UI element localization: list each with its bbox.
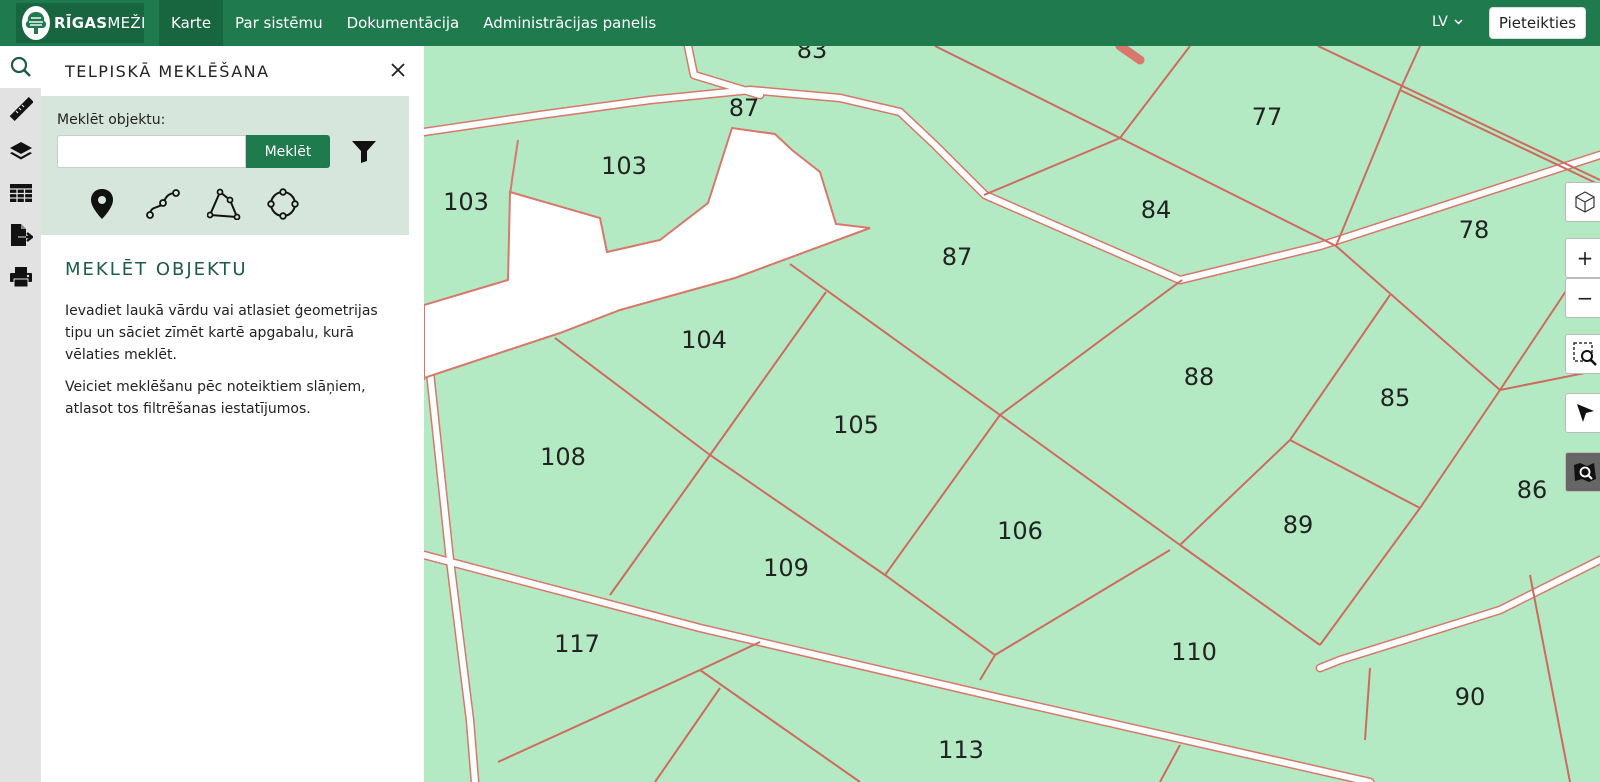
language-label: LV [1432, 14, 1448, 30]
tool-layers[interactable] [0, 130, 41, 172]
layers-icon [9, 142, 32, 160]
description-paragraph-1: Ievadiet laukā vārdu vai atlasiet ģeomet… [65, 303, 378, 363]
parcel-label: 83 [796, 46, 828, 64]
panel-title: TELPISKĀ MEKLĒŠANA [65, 61, 270, 81]
description-paragraph-2: Veiciet meklēšanu pēc noteiktiem slāņiem… [65, 379, 366, 417]
parcel-label: 106 [997, 517, 1043, 545]
parcel-label: 90 [1454, 683, 1486, 711]
cube-icon [1575, 191, 1595, 213]
filter-button[interactable] [351, 140, 377, 168]
search-button[interactable]: Meklēt [246, 135, 330, 168]
logo-text-light: MEŽI [107, 14, 146, 32]
zoom-out-label: − [1576, 286, 1594, 310]
zoom-area-icon [1573, 342, 1597, 366]
nav-item-dokumentacija[interactable]: Dokumentācija [335, 0, 472, 46]
parcel-label: 87 [941, 243, 973, 271]
tool-print[interactable] [0, 256, 41, 298]
nav-item-par-sistemu[interactable]: Par sistēmu [223, 0, 335, 46]
top-navbar: RĪGASMEŽI Karte Par sistēmu Dokumentācij… [0, 0, 1600, 46]
draw-polygon-button[interactable] [206, 188, 241, 224]
point-icon [91, 189, 113, 219]
main-nav: Karte Par sistēmu Dokumentācija Administ… [159, 0, 668, 46]
line-icon [146, 189, 180, 219]
left-toolbar [0, 46, 41, 782]
search-icon [10, 56, 31, 77]
draw-point-button[interactable] [89, 188, 115, 224]
language-selector[interactable]: LV [1432, 14, 1463, 30]
parcel-label: 86 [1516, 476, 1548, 504]
map-overview-button[interactable] [1565, 452, 1600, 492]
parcel-label: 117 [554, 630, 600, 658]
select-pointer-button[interactable] [1565, 393, 1600, 433]
parcel-label: 85 [1379, 384, 1411, 412]
map-overview-icon [1574, 463, 1596, 482]
table-icon [9, 184, 32, 202]
parcel-label: 104 [681, 326, 727, 354]
3d-view-button[interactable] [1565, 182, 1600, 222]
tool-measure[interactable] [0, 88, 41, 130]
nav-item-karte[interactable]: Karte [159, 0, 224, 46]
close-panel-button[interactable] [391, 62, 405, 81]
zoom-out-button[interactable]: − [1565, 278, 1600, 318]
zoom-in-button[interactable]: + [1565, 238, 1600, 278]
map-canvas[interactable]: 83 87 77 103 103 84 78 87 104 88 85 105 … [424, 46, 1600, 782]
parcel-label: 87 [728, 94, 760, 122]
tool-search[interactable] [0, 46, 41, 88]
parcel-label: 105 [833, 411, 879, 439]
logo-text: RĪGASMEŽI [54, 14, 146, 32]
zoom-in-label: + [1576, 246, 1594, 270]
parcel-label: 113 [938, 736, 984, 764]
close-icon [391, 63, 405, 77]
search-input[interactable] [57, 135, 246, 168]
parcel-label: 109 [763, 554, 809, 582]
tree-logo-icon [22, 6, 50, 40]
logo[interactable]: RĪGASMEŽI [16, 3, 146, 43]
draw-line-button[interactable] [146, 188, 180, 224]
parcel-label: 89 [1282, 511, 1314, 539]
parcel-label: 108 [540, 443, 586, 471]
section-title: MEKLĒT OBJEKTU [65, 259, 248, 280]
parcel-label: 78 [1458, 216, 1490, 244]
parcel-label: 103 [443, 188, 489, 216]
export-icon [10, 224, 33, 246]
search-box: Meklēt objektu: Meklēt [41, 96, 409, 235]
tool-export[interactable] [0, 214, 41, 256]
print-icon [9, 267, 32, 288]
parcel-label: 84 [1140, 196, 1172, 224]
ruler-icon [9, 97, 33, 121]
tool-table[interactable] [0, 172, 41, 214]
parcel-label: 103 [601, 152, 647, 180]
polygon-icon [206, 188, 241, 221]
parcel-label: 110 [1171, 638, 1217, 666]
spatial-search-panel: TELPISKĀ MEKLĒŠANA Meklēt objektu: Meklē… [41, 46, 424, 782]
draw-circle-button[interactable] [266, 188, 300, 224]
search-label: Meklēt objektu: [57, 112, 166, 128]
parcel-label: 77 [1251, 103, 1283, 131]
login-button[interactable]: Pieteikties [1489, 7, 1586, 39]
select-pointer-icon [1577, 404, 1594, 422]
nav-item-administracijas-panelis[interactable]: Administrācijas panelis [471, 0, 668, 46]
circle-icon [267, 188, 299, 220]
logo-text-bold: RĪGAS [54, 14, 108, 32]
filter-icon [352, 141, 376, 163]
parcel-label: 88 [1183, 363, 1215, 391]
chevron-down-icon [1454, 19, 1463, 25]
zoom-area-button[interactable] [1565, 334, 1600, 374]
